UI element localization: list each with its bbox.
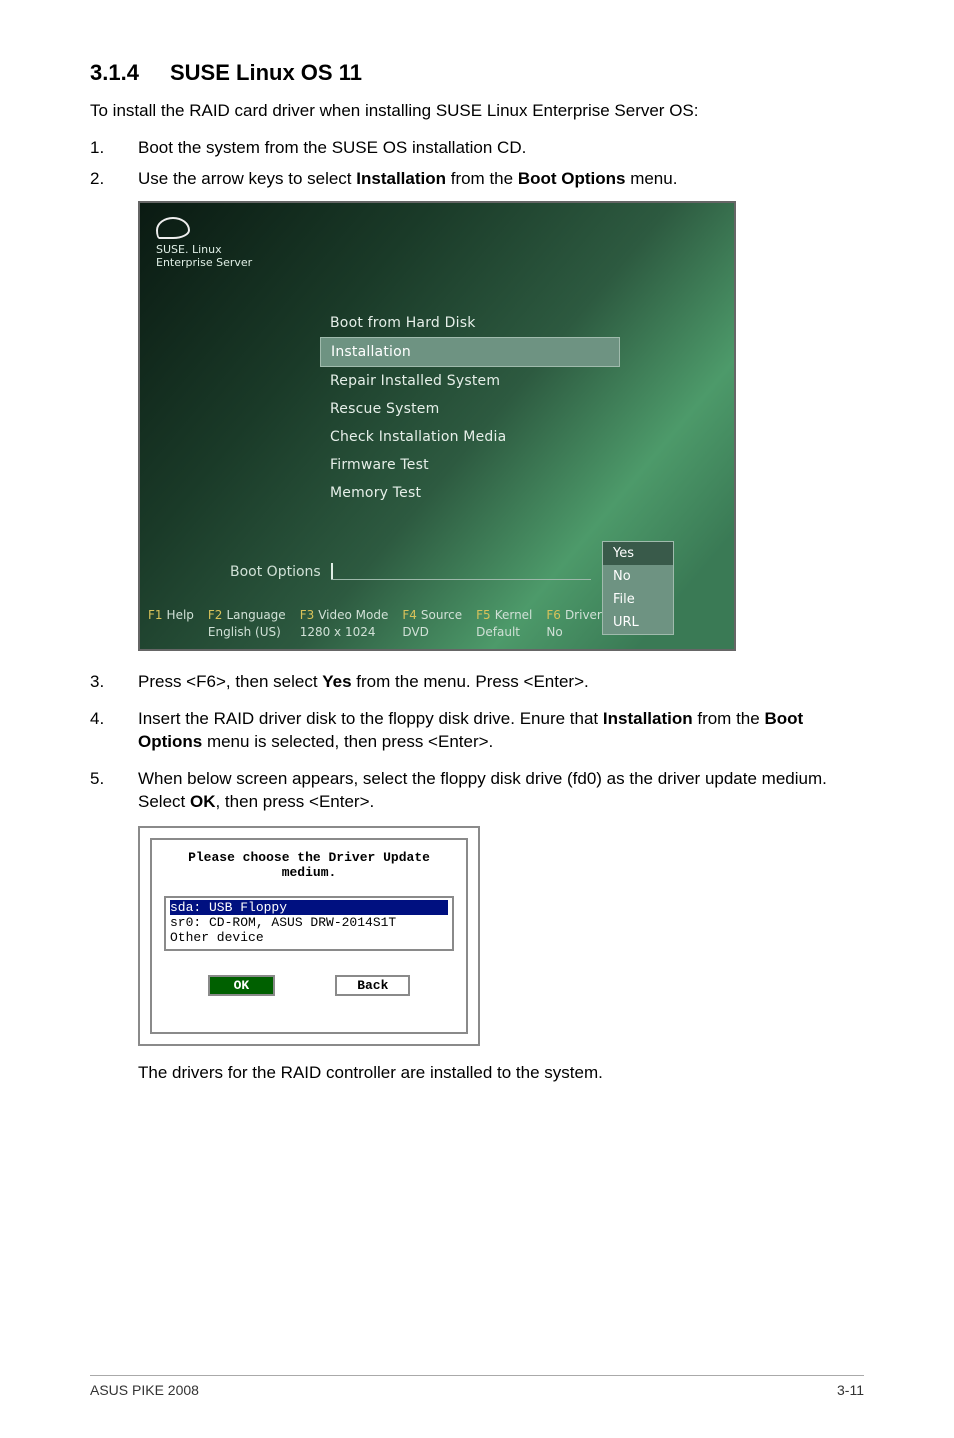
step-3: 3. Press <F6>, then select Yes from the … xyxy=(90,671,864,694)
flabel: Source xyxy=(421,608,462,622)
step-list-a: 1. Boot the system from the SUSE OS inst… xyxy=(90,137,864,191)
intro-text: To install the RAID card driver when ins… xyxy=(90,100,864,123)
t-bold: Boot Options xyxy=(518,169,626,188)
boot-menu: Boot from Hard Disk Installation Repair … xyxy=(320,309,620,507)
f3-video-mode[interactable]: F3Video Mode 1280 x 1024 xyxy=(300,608,389,641)
function-key-bar: F1 Help F2Language English (US) F3Video Mo… xyxy=(140,604,734,649)
t: from the menu. Press <Enter>. xyxy=(352,672,589,691)
boot-options-row: Boot Options xyxy=(230,563,591,580)
section-heading: 3.1.4SUSE Linux OS 11 xyxy=(90,60,864,86)
flabel: Driver xyxy=(565,608,602,622)
step-text: Use the arrow keys to select Installatio… xyxy=(138,168,864,191)
boot-options-label: Boot Options xyxy=(230,564,321,580)
closing-text: The drivers for the RAID controller are … xyxy=(138,1062,864,1085)
footer-left: ASUS PIKE 2008 xyxy=(90,1382,199,1398)
t-bold: OK xyxy=(190,792,216,811)
dialog-title: Please choose the Driver Update medium. xyxy=(160,850,458,880)
flabel: Video Mode xyxy=(318,608,388,622)
fsub: 1280 x 1024 xyxy=(300,625,389,641)
fkey: F4 xyxy=(402,608,417,622)
t: Press <F6>, then select xyxy=(138,672,322,691)
page-footer: ASUS PIKE 2008 3-11 xyxy=(90,1375,864,1398)
step-5: 5. When below screen appears, select the… xyxy=(90,768,864,814)
boot-options-input[interactable] xyxy=(331,563,591,580)
t: Use the arrow keys to select xyxy=(138,169,356,188)
step-text: Insert the RAID driver disk to the flopp… xyxy=(138,708,864,754)
step-idx: 2. xyxy=(90,168,138,191)
step-text: Boot the system from the SUSE OS install… xyxy=(138,137,864,160)
boot-item-selected[interactable]: Installation xyxy=(320,337,620,367)
back-button[interactable]: Back xyxy=(335,975,410,996)
fsub: DVD xyxy=(402,625,462,641)
step-idx: 5. xyxy=(90,768,138,814)
step-idx: 1. xyxy=(90,137,138,160)
step-list-b: 3. Press <F6>, then select Yes from the … xyxy=(90,671,864,814)
fkey: F6 xyxy=(546,608,561,622)
dialog-box: Please choose the Driver Update medium. … xyxy=(150,838,468,1034)
boot-item[interactable]: Check Installation Media xyxy=(320,423,620,451)
boot-item[interactable]: Rescue System xyxy=(320,395,620,423)
medium-list: sda: USB Floppy sr0: CD-ROM, ASUS DRW-20… xyxy=(164,896,454,951)
driver-option[interactable]: No xyxy=(603,565,673,588)
boot-item[interactable]: Firmware Test xyxy=(320,451,620,479)
step-text: When below screen appears, select the fl… xyxy=(138,768,864,814)
cursor-icon xyxy=(331,563,333,579)
t: Insert the RAID driver disk to the flopp… xyxy=(138,709,603,728)
list-row[interactable]: sr0: CD-ROM, ASUS DRW-2014S1T xyxy=(170,915,448,930)
t: menu is selected, then press <Enter>. xyxy=(202,732,493,751)
boot-item[interactable]: Boot from Hard Disk xyxy=(320,309,620,337)
boot-item[interactable]: Memory Test xyxy=(320,479,620,507)
t: menu. xyxy=(625,169,677,188)
fkey: F1 xyxy=(148,608,163,622)
fsub: Default xyxy=(476,625,532,641)
logo-text2: Enterprise Server xyxy=(156,256,252,269)
t: from the xyxy=(446,169,518,188)
step-idx: 4. xyxy=(90,708,138,754)
step-idx: 3. xyxy=(90,671,138,694)
driver-option-selected[interactable]: Yes xyxy=(603,542,673,565)
f1-help[interactable]: F1 Help xyxy=(148,608,194,641)
step-4: 4. Insert the RAID driver disk to the fl… xyxy=(90,708,864,754)
suse-boot-screenshot: SUSE. Linux Enterprise Server Boot from … xyxy=(138,201,736,651)
t-bold: Installation xyxy=(356,169,446,188)
flabel: Language xyxy=(226,608,285,622)
fsub: English (US) xyxy=(208,625,286,641)
t: , then press <Enter>. xyxy=(215,792,374,811)
dialog-buttons: OK Back xyxy=(160,975,458,996)
logo-text1: SUSE. Linux xyxy=(156,243,252,256)
flabel: Help xyxy=(167,608,194,622)
step-text: Press <F6>, then select Yes from the men… xyxy=(138,671,864,694)
boot-item[interactable]: Repair Installed System xyxy=(320,367,620,395)
flabel: Kernel xyxy=(495,608,533,622)
f4-source[interactable]: F4 Source DVD xyxy=(402,608,462,641)
list-row[interactable]: Other device xyxy=(170,930,448,945)
fkey: F3 xyxy=(300,608,315,622)
list-row-selected[interactable]: sda: USB Floppy xyxy=(170,900,448,915)
f5-kernel[interactable]: F5 Kernel Default xyxy=(476,608,532,641)
ok-button[interactable]: OK xyxy=(208,975,276,996)
step-1: 1. Boot the system from the SUSE OS inst… xyxy=(90,137,864,160)
driver-medium-dialog: Please choose the Driver Update medium. … xyxy=(138,826,480,1046)
heading-title: SUSE Linux OS 11 xyxy=(170,60,362,85)
chameleon-icon xyxy=(156,217,190,239)
f2-language[interactable]: F2Language English (US) xyxy=(208,608,286,641)
f6-driver[interactable]: F6 Driver No xyxy=(546,608,601,641)
footer-right: 3-11 xyxy=(837,1382,864,1398)
t-bold: Yes xyxy=(322,672,351,691)
step-2: 2. Use the arrow keys to select Installa… xyxy=(90,168,864,191)
fkey: F5 xyxy=(476,608,491,622)
heading-number: 3.1.4 xyxy=(90,60,170,86)
t: from the xyxy=(693,709,765,728)
suse-logo: SUSE. Linux Enterprise Server xyxy=(156,217,252,269)
fkey: F2 xyxy=(208,608,223,622)
t-bold: Installation xyxy=(603,709,693,728)
fsub: No xyxy=(546,625,601,641)
